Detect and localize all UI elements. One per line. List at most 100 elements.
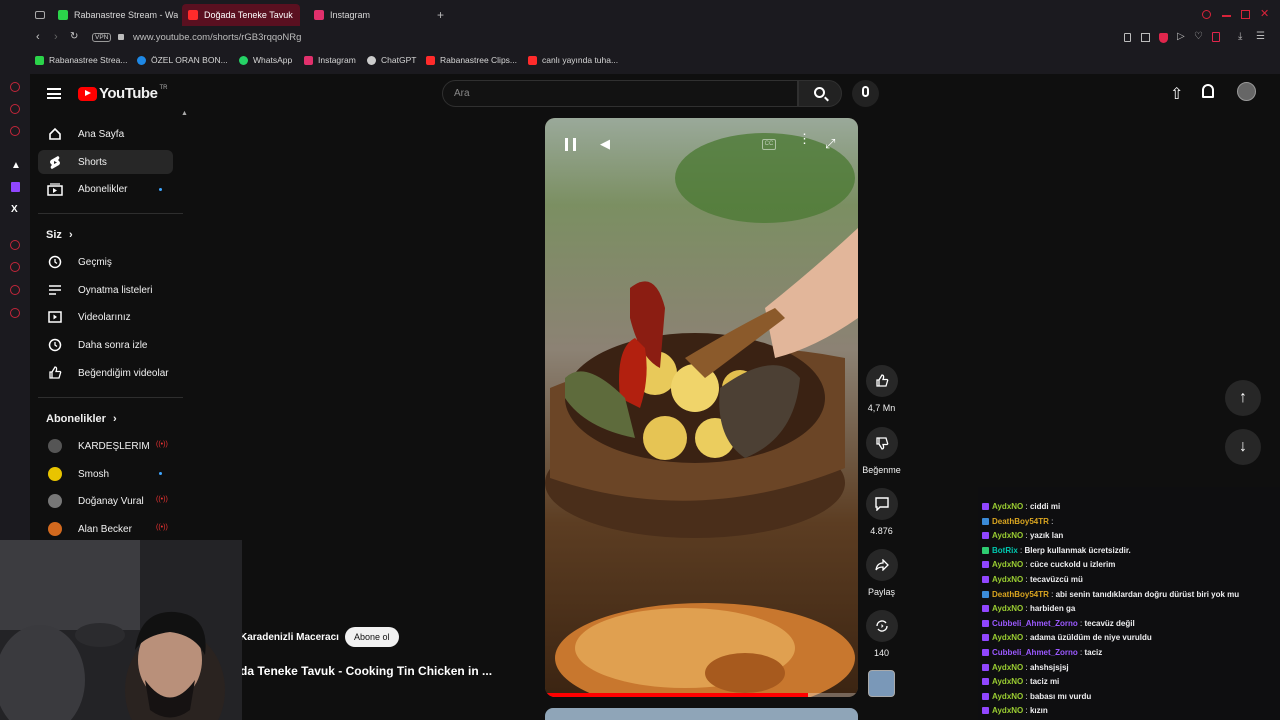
new-tab-button[interactable]: + bbox=[437, 8, 444, 22]
bookmark-rabanastree-clips[interactable]: Rabanastree Clips... bbox=[426, 55, 517, 65]
aria-icon[interactable] bbox=[10, 82, 20, 92]
bookmark-rabanastree[interactable]: Rabanastree Strea... bbox=[35, 55, 127, 65]
close-window-icon[interactable]: ✕ bbox=[1260, 7, 1269, 20]
instagram-side-icon[interactable] bbox=[10, 126, 20, 136]
dislike-button[interactable]: Beğenme bbox=[859, 427, 904, 475]
video-title[interactable]: da Teneke Tavuk - Cooking Tin Chicken in… bbox=[240, 664, 492, 678]
messenger-icon[interactable] bbox=[10, 104, 20, 114]
shorts-video-player[interactable]: ◀ CC ⋮ ⤢ bbox=[545, 118, 858, 697]
chat-separator: : bbox=[1023, 706, 1030, 716]
sidebar-sub-kardeslerim[interactable]: KARDEŞLERIM bbox=[38, 434, 173, 458]
tab-instagram[interactable]: Instagram bbox=[308, 4, 408, 26]
search-tabs-icon[interactable] bbox=[1202, 10, 1211, 19]
x-side-icon[interactable]: X bbox=[11, 204, 18, 215]
shield-icon[interactable] bbox=[1159, 33, 1168, 43]
sidebar-item-watch-later[interactable]: Daha sonra izle bbox=[38, 333, 173, 357]
chat-username[interactable]: AydxNO bbox=[992, 604, 1023, 613]
workspace-icon[interactable] bbox=[35, 11, 45, 19]
chat-username[interactable]: DeathBoy54TR bbox=[992, 517, 1049, 526]
sidebar-item-subscriptions[interactable]: Abonelikler bbox=[38, 177, 173, 201]
channel-name[interactable]: Karadenizli Maceracı bbox=[240, 632, 339, 643]
chat-username[interactable]: BotRix bbox=[992, 546, 1018, 555]
tab-youtube[interactable]: Doğada Teneke Tavuk bbox=[182, 4, 300, 26]
like-button[interactable]: 4,7 Mn bbox=[859, 365, 904, 413]
chat-username[interactable]: AydxNO bbox=[992, 692, 1023, 701]
youtube-logo[interactable]: YouTube TR bbox=[78, 85, 167, 102]
extensions-side-icon[interactable] bbox=[10, 285, 20, 295]
more-options-icon[interactable]: ⋮ bbox=[798, 132, 811, 145]
previous-short-button[interactable]: ↑ bbox=[1225, 380, 1261, 416]
avatar[interactable] bbox=[1237, 82, 1256, 101]
twitch-side-icon[interactable] bbox=[11, 182, 20, 192]
sidebar-item-history[interactable]: Geçmiş bbox=[38, 250, 173, 274]
sidebar-scroll-up-icon[interactable]: ▲ bbox=[181, 110, 188, 117]
chat-username[interactable]: Cubbeli_Ahmet_Zorno bbox=[992, 648, 1078, 657]
play-icon[interactable]: ▷ bbox=[1177, 31, 1185, 42]
fullscreen-icon[interactable]: ⤢ bbox=[825, 136, 835, 152]
sidebar-item-home[interactable]: Ana Sayfa bbox=[38, 122, 173, 146]
hamburger-menu-icon[interactable] bbox=[47, 88, 61, 99]
you-heading[interactable]: Siz › bbox=[46, 229, 73, 241]
remix-button[interactable]: 140 bbox=[859, 610, 904, 658]
bookmark-chatgpt[interactable]: ChatGPT bbox=[367, 55, 416, 65]
bookmark-whatsapp[interactable]: WhatsApp bbox=[239, 55, 292, 65]
tab-rabanastree[interactable]: Rabanastree Stream - Wa bbox=[52, 4, 178, 26]
pause-icon[interactable] bbox=[565, 138, 576, 151]
arc-side-icon[interactable]: ▲ bbox=[11, 160, 21, 171]
search-button[interactable] bbox=[798, 80, 842, 107]
chat-username[interactable]: DeathBoy54TR bbox=[992, 590, 1049, 599]
sidebar-item-shorts[interactable]: Shorts bbox=[38, 150, 173, 174]
maximize-icon[interactable] bbox=[1241, 10, 1250, 19]
settings-side-icon[interactable] bbox=[10, 308, 20, 318]
sidebar-item-playlists[interactable]: Oynatma listeleri bbox=[38, 278, 173, 302]
chat-username[interactable]: AydxNO bbox=[992, 575, 1023, 584]
chat-username[interactable]: AydxNO bbox=[992, 502, 1023, 511]
sidebar-item-your-videos[interactable]: Videolarınız bbox=[38, 305, 173, 329]
remix-icon bbox=[865, 610, 898, 642]
menu-icon[interactable]: ☰ bbox=[1256, 31, 1265, 42]
chat-username[interactable]: AydxNO bbox=[992, 531, 1023, 540]
bookmark-instagram[interactable]: Instagram bbox=[304, 55, 356, 65]
chat-username[interactable]: AydxNO bbox=[992, 663, 1023, 672]
progress-track[interactable] bbox=[545, 693, 858, 697]
captions-icon[interactable]: CC bbox=[762, 139, 776, 150]
sidebar-sub-smosh[interactable]: Smosh bbox=[38, 462, 173, 486]
comments-button[interactable]: 4.876 bbox=[859, 488, 904, 536]
next-video-preview[interactable] bbox=[545, 708, 858, 720]
chat-username[interactable]: AydxNO bbox=[992, 560, 1023, 569]
sidebar-sub-alan-becker[interactable]: Alan Becker bbox=[38, 517, 173, 541]
next-short-button[interactable]: ↓ bbox=[1225, 429, 1261, 465]
sidebar-sub-doganay-vural[interactable]: Doğanay Vural bbox=[38, 489, 173, 513]
back-icon[interactable]: ‹ bbox=[36, 31, 40, 43]
sidebar-item-liked-videos[interactable]: Beğendiğim videolar bbox=[38, 361, 173, 385]
upload-icon[interactable]: ⇧ bbox=[1170, 84, 1183, 104]
chat-message: AydxNO : tecavüzcü mü bbox=[982, 575, 1083, 584]
vpn-badge[interactable]: VPN bbox=[92, 33, 112, 42]
chat-username[interactable]: Cubbeli_Ahmet_Zorno bbox=[992, 619, 1078, 628]
pin-icon[interactable] bbox=[1124, 33, 1131, 42]
minimize-icon[interactable] bbox=[1222, 15, 1231, 17]
history-side-icon[interactable] bbox=[10, 262, 20, 272]
bookmark-ozel-oran[interactable]: ÖZEL ORAN BON... bbox=[137, 55, 228, 65]
voice-search-button[interactable] bbox=[852, 80, 879, 107]
sound-thumbnail[interactable] bbox=[868, 670, 895, 697]
search-input[interactable]: Ara bbox=[442, 80, 798, 107]
player-side-icon[interactable] bbox=[10, 240, 20, 250]
wallet-icon[interactable] bbox=[1212, 32, 1220, 42]
webcam-overlay bbox=[0, 540, 242, 720]
subscriptions-heading[interactable]: Abonelikler › bbox=[46, 413, 117, 425]
snapshot-icon[interactable] bbox=[1141, 33, 1150, 42]
share-button[interactable]: Paylaş bbox=[859, 549, 904, 597]
chat-username[interactable]: AydxNO bbox=[992, 633, 1023, 642]
url-field[interactable]: www.youtube.com/shorts/rGB3rqqoNRg bbox=[133, 32, 301, 43]
subscribe-button[interactable]: Abone ol bbox=[345, 627, 399, 647]
bookmark-canli-yayinda[interactable]: canlı yayında tuha... bbox=[528, 55, 618, 65]
download-icon[interactable]: ⤓ bbox=[1238, 31, 1242, 42]
forward-icon[interactable]: › bbox=[54, 31, 58, 43]
chat-username[interactable]: AydxNO bbox=[992, 706, 1023, 715]
reload-icon[interactable]: ↻ bbox=[70, 31, 78, 42]
heart-icon[interactable]: ♡ bbox=[1194, 31, 1203, 42]
volume-icon[interactable]: ◀ bbox=[600, 136, 610, 152]
chat-username[interactable]: AydxNO bbox=[992, 677, 1023, 686]
notifications-bell-icon[interactable] bbox=[1202, 84, 1214, 98]
